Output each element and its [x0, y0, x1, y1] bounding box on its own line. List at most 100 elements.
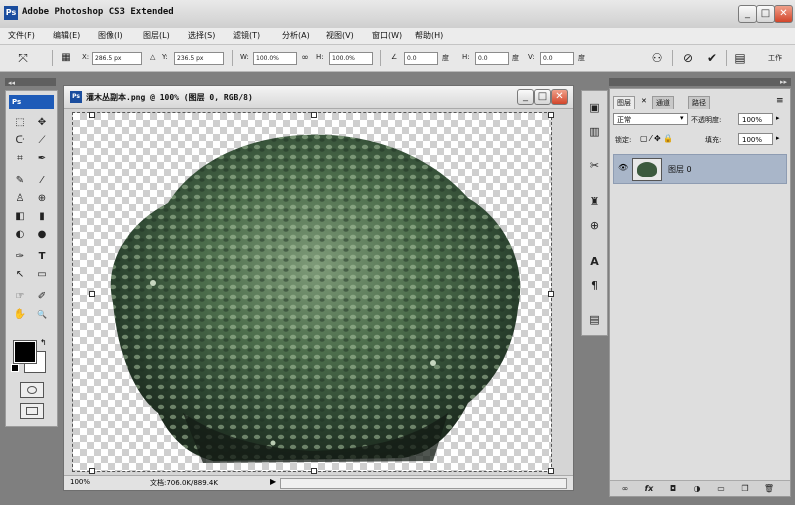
visibility-eye-icon[interactable]: 👁	[618, 163, 628, 172]
canvas[interactable]	[72, 112, 552, 472]
new-layer-icon[interactable]: ❐	[738, 483, 752, 494]
gradient-tool-icon[interactable]: ▮	[33, 209, 51, 225]
reference-point-icon[interactable]: ▦	[59, 51, 73, 65]
navigator-panel-icon[interactable]: ▣	[586, 99, 603, 116]
add-mask-icon[interactable]: ◘	[666, 483, 680, 494]
layer-comps-icon[interactable]: ▤	[586, 311, 603, 328]
paragraph-panel-icon[interactable]: ¶	[586, 277, 603, 294]
doc-maximize-button[interactable]: □	[534, 89, 551, 105]
delete-layer-icon[interactable]: 🗑	[762, 483, 776, 494]
history-brush-tool-icon[interactable]: ⊕	[33, 191, 51, 207]
document-title-bar[interactable]: Ps 灌木丛副本.png @ 100% (图层 0, RGB/8) _ □ ✕	[64, 86, 573, 109]
hand-tool-icon[interactable]: ✋	[11, 307, 29, 323]
horizontal-scrollbar[interactable]	[280, 478, 567, 489]
fill-slider-arrow-icon[interactable]: ▸	[776, 134, 780, 142]
slice-tool-icon[interactable]: ✒	[33, 151, 51, 167]
menu-view[interactable]: 视图(V)	[326, 30, 354, 41]
clone-stamp-tool-icon[interactable]: ♙	[11, 191, 29, 207]
transform-handle[interactable]	[548, 468, 554, 474]
transform-handle[interactable]	[548, 291, 554, 297]
panel-menu-icon[interactable]: ≡	[776, 96, 784, 106]
transform-handle[interactable]	[89, 112, 95, 118]
opacity-field[interactable]: 100%	[738, 113, 773, 125]
notes-tool-icon[interactable]: ☞	[11, 289, 29, 305]
link-icon[interactable]: ∞	[298, 51, 312, 65]
path-selection-tool-icon[interactable]: ↖	[11, 267, 29, 283]
new-group-icon[interactable]: ▭	[714, 483, 728, 494]
adjustment-icon[interactable]: ◑	[690, 483, 704, 494]
menu-filter[interactable]: 滤镜(T)	[233, 30, 260, 41]
transform-handle[interactable]	[548, 112, 554, 118]
swap-colors-icon[interactable]: ↰	[40, 338, 47, 347]
histogram-panel-icon[interactable]: ▥	[586, 123, 603, 140]
horizontal-skew-field[interactable]: 0.0	[475, 52, 509, 65]
brushes-panel-icon[interactable]: ♜	[586, 193, 603, 210]
transform-handle[interactable]	[89, 468, 95, 474]
tab-close-icon[interactable]: ✕	[641, 97, 647, 105]
height-percent-field[interactable]: 100.0%	[329, 52, 373, 65]
panel-dock-collapse-bar[interactable]: ▸▸	[609, 78, 791, 86]
layer-name[interactable]: 图层 0	[668, 164, 692, 175]
width-percent-field[interactable]: 100.0%	[253, 52, 297, 65]
fx-icon[interactable]: fx	[642, 483, 656, 494]
doc-minimize-button[interactable]: _	[517, 89, 534, 105]
zoom-tool-icon[interactable]: 🔍	[33, 307, 51, 323]
quick-mask-icon[interactable]	[20, 382, 44, 398]
cancel-icon[interactable]: ⊘	[681, 51, 695, 65]
zoom-level[interactable]: 100%	[70, 478, 90, 486]
link-layers-icon[interactable]: ∞	[618, 483, 632, 494]
crop-tool-icon[interactable]: ⌗	[11, 151, 29, 167]
vertical-skew-field[interactable]: 0.0	[540, 52, 574, 65]
menu-select[interactable]: 选择(S)	[188, 30, 215, 41]
tab-channels[interactable]: 通道	[652, 96, 674, 109]
type-tool-icon[interactable]: T	[33, 249, 51, 265]
opacity-slider-arrow-icon[interactable]: ▸	[776, 114, 780, 122]
dodge-tool-icon[interactable]: ●	[33, 227, 51, 243]
eraser-tool-icon[interactable]: ◧	[11, 209, 29, 225]
default-colors-icon[interactable]	[11, 364, 19, 372]
workspace-label[interactable]: 工作	[768, 53, 782, 63]
menu-image[interactable]: 图像(I)	[98, 30, 123, 41]
menu-help[interactable]: 帮助(H)	[415, 30, 443, 41]
y-position-field[interactable]: 236.5 px	[174, 52, 224, 65]
brush-tool-icon[interactable]: ⁄	[33, 173, 51, 189]
blend-mode-select[interactable]: 正常	[613, 113, 688, 125]
transform-handle[interactable]	[311, 468, 317, 474]
healing-brush-tool-icon[interactable]: ✎	[11, 173, 29, 189]
commit-icon[interactable]: ✔	[705, 51, 719, 65]
move-tool-icon[interactable]: ✥	[33, 115, 51, 131]
menu-analysis[interactable]: 分析(A)	[282, 30, 310, 41]
transform-handle[interactable]	[311, 112, 317, 118]
tab-layers[interactable]: 图层	[613, 96, 635, 109]
clone-source-icon[interactable]: ⊕	[586, 217, 603, 234]
eyedropper-tool-icon[interactable]: ✐	[33, 289, 51, 305]
doc-close-button[interactable]: ✕	[551, 89, 568, 105]
lasso-tool-icon[interactable]: ᑢ	[11, 133, 29, 149]
foreground-color-swatch[interactable]	[13, 340, 37, 364]
status-menu-arrow-icon[interactable]: ▶	[270, 477, 276, 486]
minimize-button[interactable]: _	[738, 5, 757, 23]
warp-icon[interactable]: ⚇	[650, 51, 664, 65]
layer-row[interactable]: 👁 图层 0	[613, 154, 787, 184]
close-button[interactable]: ✕	[774, 5, 793, 23]
tool-presets-icon[interactable]: ✂	[586, 157, 603, 174]
move-tool-icon[interactable]: ⤧	[16, 51, 30, 65]
shape-tool-icon[interactable]: ▭	[33, 267, 51, 283]
transform-handle[interactable]	[89, 291, 95, 297]
tab-paths[interactable]: 路径	[688, 96, 710, 109]
rotation-angle-field[interactable]: 0.0	[404, 52, 438, 65]
menu-edit[interactable]: 编辑(E)	[53, 30, 80, 41]
screen-mode-icon[interactable]	[20, 403, 44, 419]
blur-tool-icon[interactable]: ◐	[11, 227, 29, 243]
pen-tool-icon[interactable]: ✑	[11, 249, 29, 265]
menu-window[interactable]: 窗口(W)	[372, 30, 402, 41]
menu-layer[interactable]: 图层(L)	[143, 30, 170, 41]
lock-pixels-icon[interactable]: ▢ ⁄ ✥ 🔒	[640, 134, 673, 143]
x-position-field[interactable]: 286.5 px	[92, 52, 142, 65]
workspace-icon[interactable]: ▤	[733, 51, 747, 65]
magic-wand-tool-icon[interactable]: ⟋	[33, 133, 51, 149]
menu-file[interactable]: 文件(F)	[8, 30, 35, 41]
fill-field[interactable]: 100%	[738, 133, 773, 145]
character-panel-icon[interactable]: A	[586, 253, 603, 270]
marquee-tool-icon[interactable]: ⬚	[11, 115, 29, 131]
